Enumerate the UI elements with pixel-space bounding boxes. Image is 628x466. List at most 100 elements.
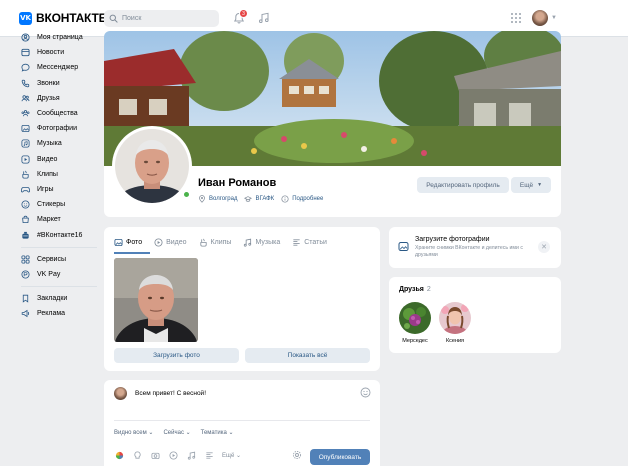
tab-label: Видео	[166, 238, 187, 246]
article-icon[interactable]	[204, 450, 214, 460]
sidebar-item-label: Закладки	[37, 295, 68, 303]
photo-thumbnail[interactable]	[114, 258, 198, 342]
more-button-label: Ещё	[519, 181, 534, 189]
photo-icon	[21, 124, 30, 133]
sidebar-item-stickers[interactable]: Стикеры	[17, 197, 101, 212]
music-note-icon[interactable]	[186, 450, 196, 460]
search-input[interactable]	[122, 15, 212, 22]
bulb-icon[interactable]	[132, 450, 142, 460]
topic-dropdown[interactable]: Тематика ⌄	[201, 429, 234, 436]
friends-icon	[21, 94, 30, 103]
bookmark-icon	[21, 294, 30, 303]
tab-clips[interactable]: Клипы	[199, 238, 231, 247]
services-icon	[21, 255, 30, 264]
sidebar-item-label: Стикеры	[37, 201, 66, 209]
emoji-icon[interactable]	[360, 387, 371, 398]
sidebar-item-friends[interactable]: Друзья	[17, 91, 101, 106]
sidebar-item-label: Видео	[37, 155, 58, 163]
upload-photos-prompt[interactable]: Загрузите фотографии Храните снимки ВКон…	[389, 227, 561, 268]
sidebar-item-music[interactable]: Музыка	[17, 136, 101, 151]
sidebar-item-my-page[interactable]: Моя страница	[17, 30, 101, 45]
sidebar-divider	[21, 246, 97, 248]
more-button[interactable]: Ещё ▼	[511, 177, 551, 193]
friends-heading[interactable]: Друзья 2	[399, 286, 431, 293]
sidebar-item-bookmarks[interactable]: Закладки	[17, 291, 101, 306]
sidebar-item-ads[interactable]: Реклама	[17, 306, 101, 321]
profile-name: Иван Романов	[198, 177, 277, 189]
friend-item[interactable]: Ксения	[437, 302, 473, 344]
chevron-down-icon[interactable]: ▼	[551, 15, 557, 21]
details-label: Подробнее	[292, 196, 324, 202]
composer-options: Видно всем ⌄ Сейчас ⌄ Тематика ⌄	[114, 429, 244, 436]
friends-count: 2	[426, 286, 431, 293]
vk-logo[interactable]: VK ВКОНТАКТЕ	[19, 11, 107, 25]
sidebar-item-label: Моя страница	[37, 34, 83, 42]
sidebar-item-services[interactable]: Сервисы	[17, 252, 101, 267]
sidebar-item-news[interactable]: Новости	[17, 45, 101, 60]
news-icon	[21, 48, 30, 57]
chevron-down-icon: ▼	[537, 182, 543, 188]
university-label: ВГАФК	[255, 196, 275, 202]
tab-label: Статьи	[304, 238, 327, 246]
sidebar-item-vk16[interactable]: #ВКонтакте16	[17, 227, 101, 242]
tab-photo[interactable]: Фото	[114, 238, 142, 247]
friend-avatar	[439, 302, 471, 334]
sidebar-item-label: Звонки	[37, 79, 60, 87]
sidebar-item-communities[interactable]: Сообщества	[17, 106, 101, 121]
vkpay-icon	[21, 270, 30, 279]
profile-avatar[interactable]	[115, 129, 189, 203]
location-pin-icon	[199, 195, 205, 203]
upload-photo-button[interactable]: Загрузить фото	[114, 348, 239, 363]
tab-video[interactable]: Видео	[154, 237, 187, 247]
sidebar-item-photos[interactable]: Фотографии	[17, 121, 101, 136]
composer-toolbar: Ещё ⌄	[114, 450, 241, 460]
visibility-dropdown[interactable]: Видно всем ⌄	[114, 429, 153, 436]
sidebar-item-label: Друзья	[37, 94, 60, 102]
profile-avatar-frame[interactable]	[112, 126, 192, 206]
composer-divider	[114, 420, 370, 421]
sidebar-item-market[interactable]: Маркет	[17, 212, 101, 227]
sidebar-item-games[interactable]: Игры	[17, 182, 101, 197]
friends-title: Друзья	[399, 286, 424, 293]
sidebar-item-messenger[interactable]: Мессенджер	[17, 60, 101, 75]
publish-button[interactable]: Опубликовать	[310, 449, 370, 465]
composer-input[interactable]: Всем привет! С весной!	[135, 390, 206, 397]
vk-logo-text: ВКОНТАКТЕ	[36, 11, 107, 25]
tab-label: Музыка	[255, 238, 281, 246]
close-icon[interactable]: ✕	[538, 241, 550, 253]
apps-grid-icon[interactable]	[511, 13, 521, 23]
sidebar-item-label: Сообщества	[37, 110, 78, 118]
sidebar-item-label: Клипы	[37, 170, 58, 178]
color-wheel-icon[interactable]	[114, 450, 124, 460]
tab-articles[interactable]: Статьи	[292, 238, 327, 247]
friend-item[interactable]: Мерседес	[397, 302, 433, 344]
sidebar-item-video[interactable]: Видео	[17, 152, 101, 167]
camera-icon[interactable]	[150, 450, 160, 460]
video-icon	[21, 155, 30, 164]
user-circle-icon	[21, 33, 30, 42]
sidebar-item-clips[interactable]: Клипы	[17, 167, 101, 182]
more-tools-dropdown[interactable]: Ещё ⌄	[222, 452, 241, 459]
tab-music[interactable]: Музыка	[243, 238, 280, 247]
edit-profile-button[interactable]: Редактировать профиль	[417, 177, 509, 193]
university-link[interactable]: ВГАФК	[244, 195, 274, 203]
article-icon	[293, 238, 300, 246]
show-all-button[interactable]: Показать всё	[245, 348, 370, 363]
details-link[interactable]: Подробнее	[281, 195, 323, 203]
sidebar-item-calls[interactable]: Звонки	[17, 76, 101, 91]
schedule-dropdown[interactable]: Сейчас ⌄	[163, 429, 190, 436]
search-box[interactable]	[104, 10, 219, 27]
gear-icon[interactable]	[292, 450, 302, 460]
sidebar-item-vkpay[interactable]: VK Pay	[17, 267, 101, 282]
clips-icon	[199, 238, 207, 247]
clips-icon	[21, 170, 30, 179]
user-avatar[interactable]	[532, 10, 548, 26]
sidebar-item-label: Маркет	[37, 216, 61, 224]
vk-logo-mark: VK	[19, 11, 32, 25]
music-note-icon[interactable]	[258, 12, 270, 24]
video-icon[interactable]	[168, 450, 178, 460]
video-icon	[154, 237, 163, 247]
city-link[interactable]: Волгоград	[198, 195, 237, 203]
city-label: Волгоград	[209, 196, 238, 202]
sidebar-item-label: Новости	[37, 49, 65, 57]
